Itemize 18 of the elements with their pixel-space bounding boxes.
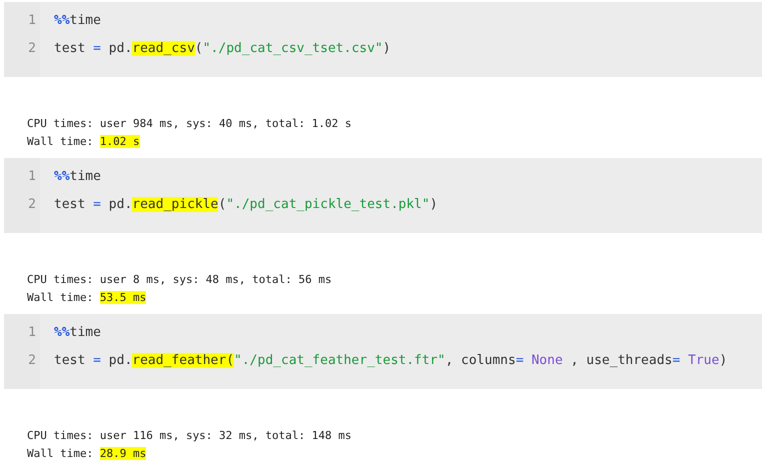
output-line: CPU times: user 8 ms, sys: 48 ms, total: 56 ms [27,272,333,288]
code-line: %%time [54,13,102,30]
line-number: 2 [27,41,37,58]
output-line: Wall time: 28.9 ms [27,446,148,462]
line-number: 2 [27,197,37,214]
code-line: test = pd.read_pickle("./pd_cat_pickle_test.pkl") [54,197,438,214]
line-number: 1 [27,169,37,186]
output-line: CPU times: user 116 ms, sys: 32 ms, total: 148 ms [27,428,353,444]
line-number: 1 [27,13,37,30]
line-number: 1 [27,325,37,342]
code-line: %%time [54,325,102,342]
code-line: %%time [54,169,102,186]
code-line: test = pd.read_feather("./pd_cat_feather_test.ftr", columns= None , use_threads= True) [54,353,728,370]
output-line: Wall time: 1.02 s [27,134,141,150]
output-line: CPU times: user 984 ms, sys: 40 ms, total: 1.02 s [27,116,353,132]
code-line: test = pd.read_csv("./pd_cat_csv_tset.csv") [54,41,391,58]
output-line: Wall time: 53.5 ms [27,290,148,306]
line-number: 2 [27,353,37,370]
